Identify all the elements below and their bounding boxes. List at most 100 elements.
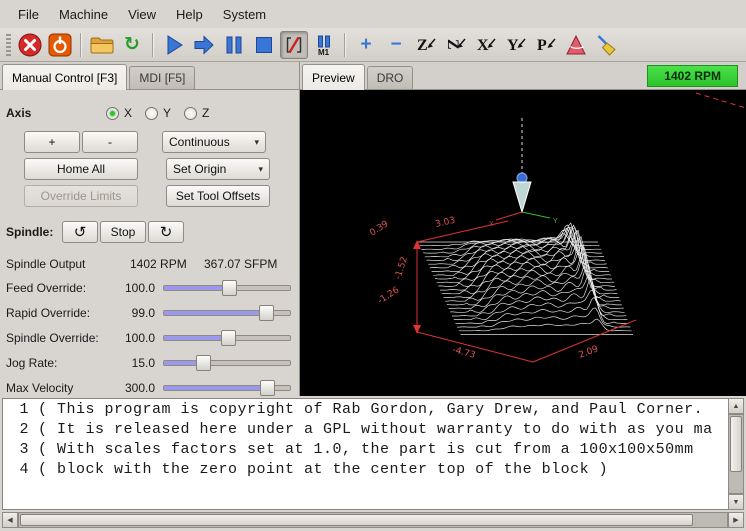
gcode-line[interactable]: 3 ( With scales factors set at 1.0, the …: [7, 440, 728, 460]
spindle-forward-button[interactable]: ↻: [148, 221, 184, 243]
slider-thumb[interactable]: [221, 330, 236, 346]
line-text: ( It is released here under a GPL withou…: [38, 420, 713, 440]
optional-pause-toggle[interactable]: M1: [310, 31, 338, 59]
gcode-line[interactable]: 1 ( This program is copyright of Rab Gor…: [7, 400, 728, 420]
run-step-button[interactable]: [190, 31, 218, 59]
linuxcnc-window: File Machine View Help System: [0, 0, 746, 531]
clear-plot-broom-icon: [594, 33, 618, 57]
slider-fill: [164, 286, 230, 290]
slider-fill: [164, 311, 271, 315]
max-velocity-slider[interactable]: [163, 379, 291, 397]
toolbar-separator: [152, 33, 154, 57]
vertical-scrollbar[interactable]: ▲ ▼: [728, 398, 744, 510]
open-file-button[interactable]: [88, 31, 116, 59]
jog-row: + - Continuous ▾: [6, 130, 293, 154]
rapid-override-value: 99.0: [113, 306, 155, 320]
gcode-line[interactable]: 4 ( block with the zero point at the cen…: [7, 460, 728, 480]
run-icon: [161, 32, 187, 58]
gcode-listing[interactable]: 1 ( This program is copyright of Rab Gor…: [2, 398, 728, 510]
view-y-icon: Y: [504, 33, 529, 57]
spindle-sfpm-value: 367.07 SFPM: [204, 257, 277, 271]
tab-dro-label: DRO: [377, 71, 404, 85]
tab-mdi[interactable]: MDI [F5]: [129, 66, 195, 89]
skip-lines-toggle[interactable]: [280, 31, 308, 59]
reload-icon: ↻: [124, 35, 140, 54]
line-number: 1: [7, 400, 29, 420]
slider-thumb[interactable]: [260, 380, 275, 396]
vscroll-thumb[interactable]: [730, 416, 742, 472]
slider-thumb[interactable]: [196, 355, 211, 371]
tab-preview[interactable]: Preview: [302, 64, 365, 90]
toolbar-separator: [344, 33, 346, 57]
spindle-rpm-value: 1402 RPM: [130, 257, 204, 271]
spindle-override-slider[interactable]: [163, 329, 291, 347]
gcode-line[interactable]: 2 ( It is released here under a GPL with…: [7, 420, 728, 440]
set-tool-offsets-button[interactable]: Set Tool Offsets: [166, 185, 270, 207]
set-origin-dropdown[interactable]: Set Origin ▾: [166, 158, 270, 180]
spindle-override-value: 100.0: [113, 331, 155, 345]
menu-system[interactable]: System: [213, 3, 276, 26]
radio-icon: [184, 107, 197, 120]
scroll-down-icon[interactable]: ▼: [728, 494, 744, 510]
vscroll-track[interactable]: [728, 414, 744, 494]
stop-button[interactable]: [250, 31, 278, 59]
x-axis-label: X: [489, 221, 494, 228]
scroll-right-icon[interactable]: ▶: [728, 512, 744, 528]
override-row: Override Limits Set Tool Offsets: [6, 184, 293, 208]
override-limits-button[interactable]: Override Limits: [24, 185, 138, 207]
zoom-out-button[interactable]: −: [382, 31, 410, 59]
view-y-button[interactable]: Y: [502, 31, 530, 59]
axis-radio-z[interactable]: Z: [184, 106, 209, 120]
view-z-button[interactable]: Z: [412, 31, 440, 59]
slider-fill: [164, 336, 229, 340]
toolbar-grip[interactable]: [6, 34, 11, 56]
slider-thumb[interactable]: [259, 305, 274, 321]
menu-file[interactable]: File: [8, 3, 49, 26]
view-x-button[interactable]: X: [472, 31, 500, 59]
hscroll-thumb[interactable]: [20, 514, 693, 526]
feed-override-slider[interactable]: [163, 279, 291, 297]
rapid-override-slider[interactable]: [163, 304, 291, 322]
jog-minus-button[interactable]: -: [82, 131, 138, 153]
backplot-canvas[interactable]: 0.39 -1.52 -1.26 -4.73 2.09 3.03 X Y: [300, 90, 746, 399]
slider-thumb[interactable]: [222, 280, 237, 296]
hscroll-track[interactable]: [18, 512, 728, 528]
feed-override-label: Feed Override:: [6, 281, 113, 295]
run-button[interactable]: [160, 31, 188, 59]
spindle-row: Spindle: ↺ Stop ↻: [6, 219, 293, 245]
jog-rate-row: Jog Rate: 15.0: [6, 351, 293, 375]
pause-icon: [221, 32, 247, 58]
zoom-in-button[interactable]: +: [352, 31, 380, 59]
control-tabs: Manual Control [F3] MDI [F5]: [0, 62, 299, 90]
view-z-rotated-button[interactable]: Z: [442, 31, 470, 59]
reload-button[interactable]: ↻: [118, 31, 146, 59]
scroll-up-icon[interactable]: ▲: [728, 398, 744, 414]
machine-power-button[interactable]: [46, 31, 74, 59]
home-all-button[interactable]: Home All: [24, 158, 138, 180]
tab-dro[interactable]: DRO: [367, 66, 414, 89]
view-perspective-button[interactable]: P: [532, 31, 560, 59]
zoom-out-icon: −: [390, 35, 401, 54]
menu-view[interactable]: View: [118, 3, 166, 26]
spindle-stop-button[interactable]: Stop: [100, 221, 146, 243]
folder-icon: [89, 32, 115, 58]
jog-mode-dropdown[interactable]: Continuous ▾: [162, 131, 266, 153]
jog-plus-button[interactable]: +: [24, 131, 80, 153]
axis-row: Axis X Y Z: [6, 100, 293, 126]
backplot-svg: 0.39 -1.52 -1.26 -4.73 2.09 3.03 X Y: [300, 90, 746, 396]
axis-radio-x[interactable]: X: [106, 106, 132, 120]
jog-rate-slider[interactable]: [163, 354, 291, 372]
axis-radio-y[interactable]: Y: [145, 106, 171, 120]
horizontal-scrollbar[interactable]: ◀ ▶: [2, 512, 744, 528]
tab-manual-control[interactable]: Manual Control [F3]: [2, 64, 127, 90]
spindle-reverse-button[interactable]: ↺: [62, 221, 98, 243]
axis-z-label: Z: [202, 106, 209, 120]
pause-button[interactable]: [220, 31, 248, 59]
menu-machine[interactable]: Machine: [49, 3, 118, 26]
menu-help[interactable]: Help: [166, 3, 213, 26]
rotate-view-button[interactable]: [562, 31, 590, 59]
scroll-left-icon[interactable]: ◀: [2, 512, 18, 528]
clear-plot-button[interactable]: [592, 31, 620, 59]
estop-button[interactable]: [16, 31, 44, 59]
rotate-cone-icon: [564, 33, 588, 57]
